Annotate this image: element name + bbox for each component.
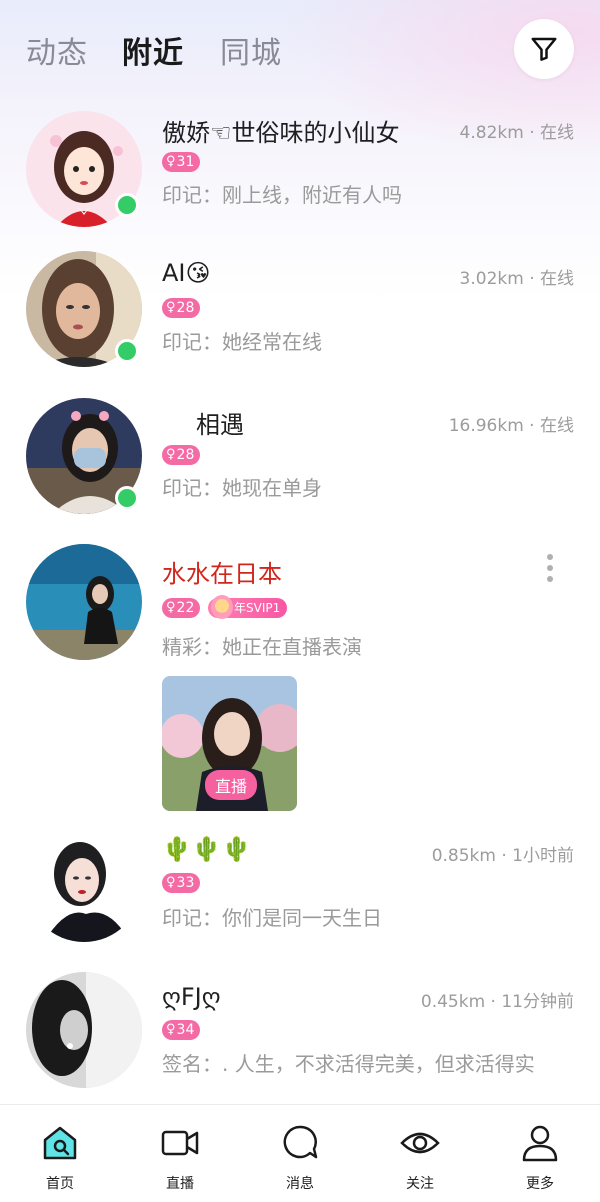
nav-home-label: 首页	[46, 1176, 74, 1192]
gender-age-badge: ♀ 33	[162, 873, 201, 893]
distance-status: 0.45km · 11分钟前	[420, 992, 574, 1012]
avatar[interactable]	[26, 826, 142, 942]
distance-status: 0.85km · 1小时前	[431, 846, 574, 866]
age-value: 31	[176, 154, 195, 170]
tab-dynamic[interactable]: 动态	[26, 28, 88, 72]
user-name: AI😘	[162, 259, 211, 287]
online-indicator	[115, 339, 139, 363]
avatar[interactable]	[26, 544, 142, 660]
distance-status: 3.02km · 在线	[459, 269, 574, 289]
gender-age-badge: ♀ 22	[162, 598, 201, 618]
nav-more[interactable]: 更多	[480, 1105, 600, 1202]
user-name: 傲娇☜世俗味的小仙女	[162, 119, 400, 147]
age-value: 28	[176, 300, 195, 316]
gender-age-badge: ♀ 28	[162, 298, 201, 318]
nav-messages-label: 消息	[286, 1176, 314, 1192]
avatar[interactable]	[26, 972, 142, 1088]
age-value: 22	[176, 600, 195, 616]
svip-label: 年SVIP1	[234, 601, 281, 615]
user-name: 相遇	[196, 411, 244, 439]
more-options-button[interactable]	[540, 549, 560, 589]
female-icon: ♀	[166, 875, 176, 890]
filter-icon	[531, 37, 557, 61]
video-camera-icon	[161, 1130, 199, 1156]
home-icon	[43, 1126, 77, 1160]
female-icon: ♀	[166, 300, 176, 315]
online-indicator	[115, 486, 139, 510]
user-name: ღFJღ	[162, 983, 221, 1011]
user-name: 🌵🌵🌵	[162, 835, 252, 863]
female-icon: ♀	[166, 154, 176, 169]
nav-follow[interactable]: 关注	[360, 1105, 480, 1202]
user-description: 印记：你们是同一天生日	[162, 906, 382, 930]
gender-age-badge: ♀ 34	[162, 1020, 201, 1040]
gender-age-badge: ♀ 28	[162, 445, 201, 465]
age-value: 34	[176, 1022, 195, 1038]
bottom-navigation: 首页 直播 消息 关注 更多	[0, 1104, 600, 1202]
age-value: 28	[176, 447, 195, 463]
female-icon: ♀	[166, 447, 176, 462]
nav-messages[interactable]: 消息	[240, 1105, 360, 1202]
eye-icon	[400, 1132, 440, 1154]
chat-bubble-icon	[283, 1125, 318, 1159]
live-tag: 直播	[204, 770, 258, 800]
user-description: 印记：她现在单身	[162, 476, 322, 500]
distance-status: 16.96km · 在线	[448, 416, 574, 436]
tab-same-city[interactable]: 同城	[220, 28, 282, 72]
nav-live[interactable]: 直播	[120, 1105, 240, 1202]
nav-follow-label: 关注	[406, 1176, 434, 1192]
vip-crown-icon	[211, 595, 233, 619]
user-description: 印记：刚上线，附近有人吗	[162, 183, 402, 207]
age-value: 33	[176, 875, 195, 891]
tab-nearby[interactable]: 附近	[122, 28, 184, 72]
nav-home[interactable]: 首页	[0, 1105, 120, 1202]
user-description: 印记：她经常在线	[162, 330, 322, 354]
person-icon	[522, 1125, 558, 1162]
user-description: 精彩：她正在直播表演	[162, 635, 362, 659]
nav-live-label: 直播	[166, 1176, 194, 1192]
female-icon: ♀	[166, 1022, 176, 1037]
female-icon: ♀	[166, 600, 176, 615]
gender-age-badge: ♀ 31	[162, 152, 201, 172]
distance-status: 4.82km · 在线	[459, 123, 574, 143]
top-header: 动态 附近 同城	[0, 0, 600, 100]
svip-badge: 年SVIP1	[208, 595, 288, 619]
nav-more-label: 更多	[526, 1176, 554, 1192]
filter-button[interactable]	[514, 19, 574, 79]
live-stream-thumbnail[interactable]: 直播	[162, 676, 297, 811]
online-indicator	[115, 193, 139, 217]
user-description: 签名：. 人生，不求活得完美，但求活得实	[162, 1052, 535, 1076]
user-name: 水水在日本	[162, 560, 282, 588]
